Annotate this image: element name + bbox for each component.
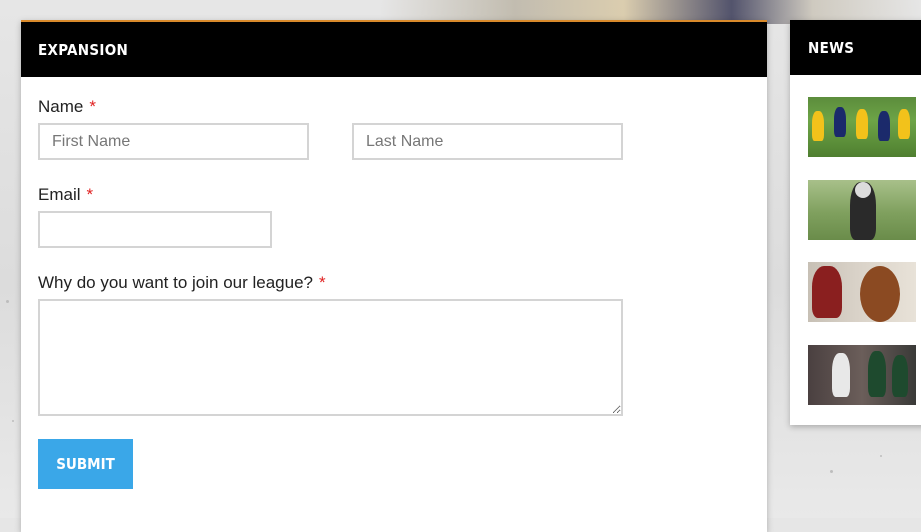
news-title: NEWS [808,38,855,57]
required-asterisk: * [89,97,96,116]
news-header: NEWS [790,20,921,75]
news-thumbnail-4[interactable] [808,345,916,405]
background-speck [880,455,882,457]
email-input[interactable] [38,211,272,248]
reason-textarea[interactable] [38,299,623,416]
name-label: Name * [38,97,96,117]
news-panel: NEWS [790,20,921,425]
background-speck [830,470,833,473]
last-name-input[interactable] [352,123,623,160]
required-asterisk: * [86,185,94,204]
news-thumbnail-3[interactable] [808,262,916,322]
submit-button[interactable]: SUBMIT [38,439,133,489]
email-label-text: Email [38,185,81,204]
panel-header: EXPANSION [21,22,767,77]
panel-title: EXPANSION [38,40,129,59]
news-thumbnail-1[interactable] [808,97,916,157]
news-thumbnail-2[interactable] [808,180,916,240]
expansion-form-panel: EXPANSION Name * Email * Why do you want t… [21,20,767,532]
reason-label-text: Why do you want to join our league? [38,273,314,292]
background-speck [12,420,14,422]
name-label-text: Name [38,97,84,116]
first-name-input[interactable] [38,123,309,160]
reason-label: Why do you want to join our league? * [38,273,326,293]
background-speck [6,300,9,303]
required-asterisk: * [319,273,326,292]
email-label: Email * [38,185,93,205]
